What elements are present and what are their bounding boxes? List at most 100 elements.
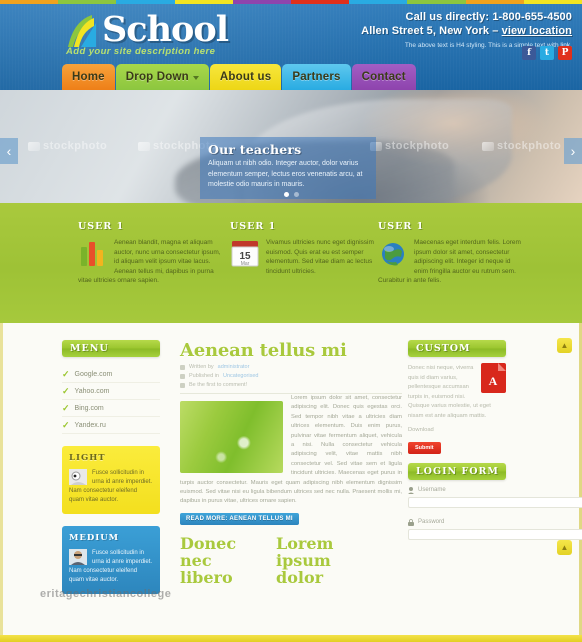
post-author-link[interactable]: administrator [218, 364, 250, 370]
login-form-title: LOGIN FORM [408, 462, 506, 480]
feature-block: USER 1 15 Mar Vivamus ultricies nunc ege… [230, 221, 375, 276]
image-watermark: eritagechristiancollege [40, 588, 172, 600]
scroll-top-button[interactable]: ▲ [557, 338, 572, 353]
post-meta-text[interactable]: Be the first to comment! [189, 382, 247, 388]
sub-heading: Donec nec libero [180, 533, 237, 587]
stock-watermark: stockphoto [482, 140, 561, 152]
post-meta-author: Written by administrator [180, 364, 402, 370]
username-field-group: Username [408, 486, 582, 512]
custom-widget-title: CUSTOM [408, 340, 506, 357]
menu-list-item-label: Yandex.ru [74, 421, 106, 429]
slider-prev-arrow-icon[interactable]: ‹ [0, 138, 18, 164]
sub-heading: Lorem ipsum dolor [276, 533, 334, 587]
user-icon [408, 486, 414, 494]
body-left-edge [0, 323, 3, 642]
watermark-label: stockphoto [43, 140, 108, 152]
scroll-top-button-secondary[interactable]: ▲ [557, 540, 572, 555]
bar-chart-icon [78, 238, 108, 268]
check-icon: ✓ [62, 385, 70, 396]
social-links: ftP [522, 46, 572, 60]
twitter-icon[interactable]: t [540, 46, 554, 60]
slider-caption-text: Aliquam ut nibh odio. Integer auctor, do… [208, 160, 363, 188]
username-input[interactable] [408, 496, 582, 508]
watermark-label: stockphoto [385, 140, 450, 152]
submit-button[interactable]: Submit [408, 441, 441, 454]
pinterest-icon[interactable]: P [558, 46, 572, 60]
header-address: Allen Street 5, New York – view location [272, 24, 572, 38]
feature-title: USER 1 [378, 221, 425, 232]
pdf-file-icon[interactable]: A [481, 363, 506, 393]
menu-list-item[interactable]: ✓ Yahoo.com [62, 383, 160, 400]
watermark-icon [138, 141, 150, 151]
globe-icon [378, 238, 408, 268]
slider-next-arrow-icon[interactable]: › [564, 138, 582, 164]
nav-item-home[interactable]: Home [62, 64, 115, 90]
main-article: Aenean tellus mi Written by administrato… [180, 340, 402, 586]
slider-dot[interactable] [293, 192, 299, 197]
address-text: Allen Street 5, New York [361, 25, 490, 37]
menu-list-item[interactable]: ✓ Bing.com [62, 400, 160, 417]
main-navigation: Home Drop Down About us Partners Contact [62, 64, 417, 90]
feature-block: USER 1 Maecenas eget interdum felis. Lor… [378, 221, 523, 286]
password-label-row: Password [408, 518, 506, 526]
header-contact-block: Call us directly: 1-800-655-4500 Allen S… [272, 10, 572, 50]
menu-list-item-label: Bing.com [74, 404, 104, 412]
stock-watermark: stockphoto [28, 140, 107, 152]
menu-list-item-label: Yahoo.com [74, 387, 110, 395]
user-icon [180, 364, 185, 370]
menu-list-item[interactable]: ✓ Google.com [62, 366, 160, 383]
medium-box-title: MEDIUM [69, 533, 120, 543]
light-box-avatar [69, 469, 87, 485]
footer-strip [0, 635, 582, 642]
slider-pagination [0, 192, 582, 197]
feature-title: USER 1 [230, 221, 277, 232]
password-field-group: Password [408, 518, 582, 544]
stock-watermark: stockphoto [370, 140, 449, 152]
light-box-title: LIGHT [69, 453, 106, 463]
menu-widget-list: ✓ Google.com ✓ Yahoo.com ✓ Bing.com ✓ Yandex.ru [62, 366, 160, 434]
left-sidebar: MENU ✓ Google.com ✓ Yahoo.com ✓ Bing.com ✓ Yand… [62, 340, 160, 594]
check-icon: ✓ [62, 419, 70, 430]
nav-item-drop-down[interactable]: Drop Down [115, 64, 209, 90]
slider-caption-title: Our teachers [208, 142, 302, 157]
light-box: LIGHT Fusce sollicitudin in urna id anre… [62, 446, 160, 514]
page-root: School Add your site description here Ca… [0, 0, 582, 642]
post-meta-text: Written by [189, 364, 214, 370]
nav-item-partners[interactable]: Partners [282, 64, 351, 90]
post-meta-text: Published in [189, 373, 219, 379]
username-label-row: Username [408, 486, 506, 494]
features-band: USER 1 Aenean blandit, magna et aliquam … [0, 203, 582, 323]
folder-icon [180, 373, 185, 379]
view-location-link[interactable]: view location [502, 25, 572, 37]
lock-icon [408, 518, 414, 526]
phone-number: 1-800-655-4500 [492, 11, 572, 23]
calendar-icon: 15 Mar [230, 238, 260, 268]
read-more-button[interactable]: READ MORE: AENEAN TELLUS MI [180, 512, 299, 525]
menu-widget-title: MENU [62, 340, 160, 357]
feature-title: USER 1 [78, 221, 125, 232]
post-category-link[interactable]: Uncategorised [223, 373, 258, 379]
username-label: Username [418, 487, 446, 493]
site-tagline: Add your site description here [66, 46, 216, 57]
slider-caption: Our teachers Aliquam ut nibh odio. Integ… [200, 137, 376, 199]
nav-item-about-us[interactable]: About us [209, 64, 282, 90]
header-phone: Call us directly: 1-800-655-4500 [272, 10, 572, 24]
facebook-icon[interactable]: f [522, 46, 536, 60]
menu-list-item[interactable]: ✓ Yandex.ru [62, 417, 160, 434]
site-title: School [102, 9, 229, 50]
nav-item-label: Contact [361, 71, 406, 83]
calendar-month: Mar [241, 261, 250, 267]
address-separator: – [492, 25, 499, 37]
watermark-label: stockphoto [497, 140, 562, 152]
password-input[interactable] [408, 528, 582, 540]
medium-box: MEDIUM Fusce sollicitudin in urna id anr… [62, 526, 160, 594]
sub-headings-row: Donec nec libero Lorem ipsum dolor [180, 535, 402, 586]
download-label[interactable]: Download [408, 426, 506, 436]
post-meta-comments: Be the first to comment! [180, 382, 402, 388]
slider-dot[interactable] [283, 192, 289, 197]
watermark-icon [28, 141, 40, 151]
svg-text:A: A [489, 374, 498, 388]
chevron-down-icon [192, 76, 199, 80]
nav-item-label: Drop Down [125, 71, 189, 83]
nav-item-contact[interactable]: Contact [351, 64, 416, 90]
